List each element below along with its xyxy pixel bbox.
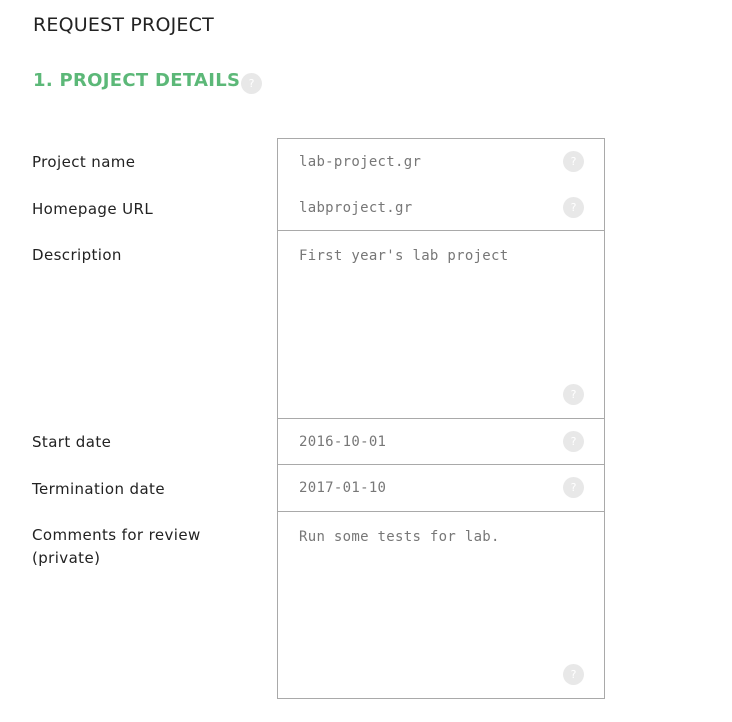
start-date-label: Start date [32,433,112,451]
homepage-url-label: Homepage URL [32,200,154,218]
description-textarea[interactable]: First year's lab project ? [277,231,605,419]
homepage-url-field[interactable]: labproject.gr ? [277,185,605,231]
termination-date-value: 2017-01-10 [299,480,387,496]
question-mark-icon[interactable]: ? [563,151,584,172]
question-mark-icon[interactable]: ? [563,431,584,452]
section-title: 1. PROJECT DETAILS [33,70,241,91]
request-project-page: REQUEST PROJECT 1. PROJECT DETAILS ? Pro… [0,0,732,722]
homepage-url-value: labproject.gr [299,200,413,216]
start-date-value: 2016-10-01 [299,434,387,450]
question-mark-icon[interactable]: ? [563,664,584,685]
comments-label: Comments for review (private) [32,526,201,567]
question-mark-icon[interactable]: ? [563,384,584,405]
project-name-label: Project name [32,153,136,171]
question-mark-icon[interactable]: ? [563,477,584,498]
question-mark-icon[interactable]: ? [563,197,584,218]
comments-value: Run some tests for lab. [299,529,500,545]
description-label: Description [32,246,122,264]
termination-date-field[interactable]: 2017-01-10 ? [277,465,605,512]
project-name-field[interactable]: lab-project.gr ? [277,138,605,186]
project-name-value: lab-project.gr [299,154,422,170]
start-date-field[interactable]: 2016-10-01 ? [277,419,605,465]
question-mark-icon[interactable]: ? [241,73,262,94]
termination-date-label: Termination date [32,480,165,498]
comments-textarea[interactable]: Run some tests for lab. ? [277,512,605,699]
page-title: REQUEST PROJECT [33,14,214,36]
description-value: First year's lab project [299,248,509,264]
